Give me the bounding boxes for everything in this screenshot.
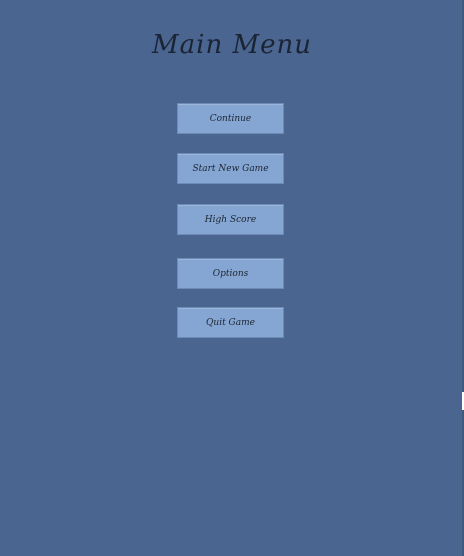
continue-button[interactable]: Continue: [177, 103, 284, 134]
start-new-game-button[interactable]: Start New Game: [177, 153, 284, 184]
main-menu-screen: Main Menu Continue Start New Game High S…: [0, 0, 464, 556]
high-score-button[interactable]: High Score: [177, 204, 284, 235]
quit-game-button[interactable]: Quit Game: [177, 307, 284, 338]
continue-button-label: Continue: [209, 113, 252, 124]
high-score-button-label: High Score: [204, 214, 257, 225]
options-button-label: Options: [212, 268, 249, 279]
options-button[interactable]: Options: [177, 258, 284, 289]
quit-game-button-label: Quit Game: [206, 317, 255, 328]
start-new-game-button-label: Start New Game: [192, 163, 269, 174]
page-title: Main Menu: [152, 30, 312, 60]
